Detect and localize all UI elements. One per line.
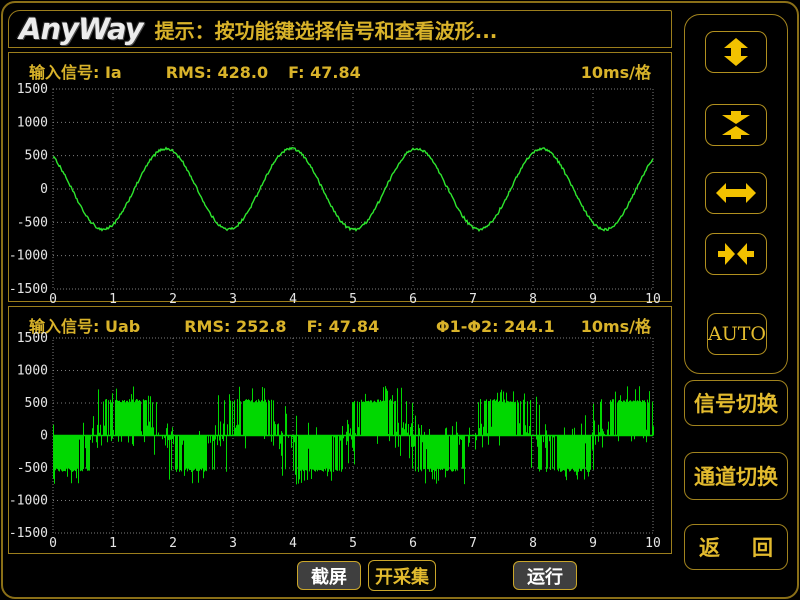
svg-text:1500: 1500	[17, 331, 48, 346]
svg-text:7: 7	[469, 536, 477, 551]
svg-text:-1000: -1000	[9, 494, 48, 509]
auto-button-label: AUTO	[708, 323, 766, 345]
svg-text:1000: 1000	[17, 364, 48, 379]
waveform-panel-ia: 输入信号: Ia RMS: 428.0 F: 47.84 10ms/格 1500…	[8, 52, 672, 302]
waveform-panel-uab: 输入信号: Uab RMS: 252.8 F: 47.84 Φ1-Φ2: 244…	[8, 306, 672, 554]
svg-text:-1500: -1500	[9, 282, 48, 297]
svg-text:10: 10	[645, 292, 661, 303]
svg-text:0: 0	[40, 429, 48, 444]
screenshot-button-label: 截屏	[311, 563, 347, 589]
svg-text:-500: -500	[17, 461, 48, 476]
svg-text:3: 3	[229, 292, 237, 303]
svg-text:5: 5	[349, 292, 357, 303]
back-label-left: 返	[699, 532, 720, 562]
expand-vertical-icon	[716, 38, 756, 66]
svg-text:7: 7	[469, 292, 477, 303]
svg-text:8: 8	[529, 292, 537, 303]
uab-waveform-plot: 150010005000-500-1000-1500012345678910	[9, 307, 673, 555]
svg-text:500: 500	[25, 396, 48, 411]
anyway-logo: AnyWay	[9, 15, 143, 44]
scale-y-compress-button[interactable]	[705, 104, 767, 146]
svg-text:1: 1	[109, 536, 117, 551]
back-label-right: 回	[752, 532, 773, 562]
svg-text:-1500: -1500	[9, 526, 48, 541]
channel-switch-label: 通道切换	[694, 461, 778, 491]
run-button[interactable]: 运行	[513, 561, 577, 590]
compress-horizontal-icon	[716, 240, 756, 268]
scale-x-compress-button[interactable]	[705, 233, 767, 275]
svg-text:0: 0	[40, 182, 48, 197]
svg-text:4: 4	[289, 292, 297, 303]
svg-text:1500: 1500	[17, 82, 48, 97]
svg-text:10: 10	[645, 536, 661, 551]
start-capture-button-label: 开采集	[375, 563, 429, 589]
svg-text:5: 5	[349, 536, 357, 551]
start-capture-button[interactable]: 开采集	[368, 560, 436, 591]
auto-scale-button[interactable]: AUTO	[707, 313, 767, 355]
status-hint-text: 提示：按功能键选择信号和查看波形...	[155, 15, 498, 44]
screenshot-button[interactable]: 截屏	[297, 561, 361, 590]
svg-text:1: 1	[109, 292, 117, 303]
svg-text:3: 3	[229, 536, 237, 551]
scale-x-expand-button[interactable]	[705, 172, 767, 214]
scale-y-expand-button[interactable]	[705, 31, 767, 73]
svg-text:-500: -500	[17, 215, 48, 230]
svg-text:9: 9	[589, 292, 597, 303]
svg-text:0: 0	[49, 536, 57, 551]
channel-switch-button[interactable]: 通道切换	[684, 452, 788, 500]
svg-text:2: 2	[169, 292, 177, 303]
back-button[interactable]: 返 回	[684, 524, 788, 570]
svg-text:6: 6	[409, 536, 417, 551]
signal-switch-button[interactable]: 信号切换	[684, 380, 788, 426]
svg-text:9: 9	[589, 536, 597, 551]
svg-text:4: 4	[289, 536, 297, 551]
svg-text:2: 2	[169, 536, 177, 551]
svg-text:8: 8	[529, 536, 537, 551]
svg-text:1000: 1000	[17, 115, 48, 130]
svg-text:500: 500	[25, 149, 48, 164]
signal-switch-label: 信号切换	[694, 388, 778, 418]
svg-text:0: 0	[49, 292, 57, 303]
run-button-label: 运行	[527, 563, 563, 589]
svg-text:6: 6	[409, 292, 417, 303]
status-bar: AnyWay 提示：按功能键选择信号和查看波形...	[8, 10, 672, 48]
ia-waveform-plot: 150010005000-500-1000-1500012345678910	[9, 53, 673, 303]
compress-vertical-icon	[716, 111, 756, 139]
scale-button-group: AUTO	[684, 14, 788, 374]
svg-text:-1000: -1000	[9, 249, 48, 264]
expand-horizontal-icon	[716, 179, 756, 207]
